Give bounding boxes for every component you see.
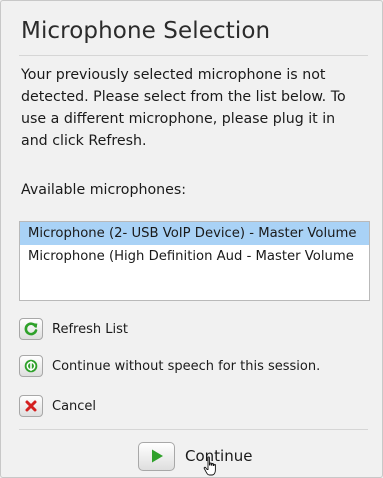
continue-without-speech-label: Continue without speech for this session… xyxy=(52,358,321,374)
hand-cursor-icon xyxy=(203,456,216,476)
no-speech-icon[interactable] xyxy=(19,355,43,377)
microphone-selection-dialog: Microphone Selection Your previously sel… xyxy=(0,0,383,478)
play-icon[interactable] xyxy=(138,441,175,471)
continue-button[interactable]: Continue xyxy=(138,441,252,471)
cancel-x-icon[interactable] xyxy=(19,395,43,417)
microphone-list-item[interactable]: Microphone (High Definition Aud - Master… xyxy=(20,245,369,268)
dialog-title: Microphone Selection xyxy=(21,18,271,44)
footer-divider xyxy=(19,429,368,430)
title-divider xyxy=(19,55,368,56)
cancel-label: Cancel xyxy=(52,398,97,414)
continue-without-speech-button[interactable]: Continue without speech for this session… xyxy=(19,354,320,378)
microphone-list[interactable]: Microphone (2- USB VoIP Device) - Master… xyxy=(19,221,370,301)
refresh-list-label: Refresh List xyxy=(52,321,128,337)
cancel-button[interactable]: Cancel xyxy=(19,394,96,418)
available-microphones-label: Available microphones: xyxy=(21,182,187,198)
refresh-icon[interactable] xyxy=(19,318,43,340)
microphone-list-item[interactable]: Microphone (2- USB VoIP Device) - Master… xyxy=(20,222,369,245)
refresh-list-button[interactable]: Refresh List xyxy=(19,317,128,341)
dialog-message: Your previously selected microphone is n… xyxy=(21,67,346,149)
